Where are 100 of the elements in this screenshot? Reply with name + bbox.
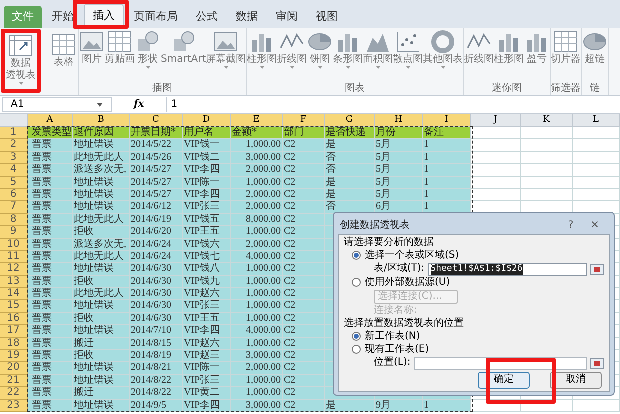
ribbon-button[interactable]: 表格 [51, 33, 77, 69]
ribbon-button[interactable]: 剪贴画 [105, 30, 135, 66]
column-header[interactable]: A [28, 114, 73, 127]
row-header[interactable]: 9 [0, 226, 28, 239]
ribbon-button[interactable]: 散点图 [393, 30, 424, 69]
radio-label[interactable]: 使用外部数据源(U) [365, 276, 450, 288]
radio-button[interactable] [352, 332, 361, 341]
table-cell: VIP陈一 [183, 176, 231, 189]
file-tab[interactable]: 文件 [4, 6, 42, 28]
ribbon-tab[interactable]: 审阅 [268, 6, 306, 28]
column-header[interactable]: G [325, 114, 375, 127]
table-cell: C2 [283, 387, 325, 400]
row-header[interactable]: 22 [0, 387, 28, 400]
table-cell: 2014/6/12 [130, 201, 183, 214]
row-header[interactable]: 8 [0, 214, 28, 226]
ribbon-tab[interactable]: 开始 [44, 6, 82, 28]
row-header[interactable]: 4 [0, 164, 28, 177]
radio-label[interactable]: 新工作表(N) [365, 330, 420, 342]
ribbon-button[interactable]: 图片 [79, 30, 105, 66]
column-header[interactable]: L [573, 114, 620, 127]
ribbon-button[interactable]: 盈亏 [524, 30, 550, 66]
close-button[interactable]: × [582, 217, 608, 234]
ribbon-button[interactable]: 切片器 [551, 30, 582, 66]
row-header[interactable]: 7 [0, 201, 28, 214]
row-header[interactable]: 11 [0, 250, 28, 264]
table-cell: 地址错误 [73, 300, 130, 313]
radio-label[interactable]: 选择一个表或区域(S) [365, 250, 460, 262]
column-header[interactable]: C [130, 114, 183, 127]
ok-button[interactable]: 确定 [478, 372, 530, 388]
ribbon-button[interactable]: 形状 [135, 30, 161, 69]
row-header[interactable]: 23 [0, 400, 28, 412]
table-cell: VIP陈一 [183, 362, 231, 375]
ribbon-button[interactable]: 柱形图 [494, 30, 524, 66]
table-cell: VIP李四 [183, 325, 231, 338]
table-cell: C2 [283, 139, 325, 152]
row-header[interactable]: 17 [0, 325, 28, 338]
column-header[interactable]: D [183, 114, 231, 127]
table-cell: 1 [423, 400, 471, 412]
ribbon-tab[interactable]: 视图 [308, 6, 346, 28]
row-header[interactable]: 21 [0, 374, 28, 388]
table-cell: C2 [283, 338, 325, 350]
row-header[interactable]: 16 [0, 312, 28, 326]
formula-input[interactable]: 1 [166, 97, 618, 112]
ribbon-tab[interactable]: 数据 [228, 6, 266, 28]
ribbon-button[interactable]: 超链 [582, 30, 608, 66]
radio-label[interactable]: 现有工作表(E) [365, 344, 430, 356]
row-header[interactable]: 14 [0, 288, 28, 300]
column-title: 开票日期* [130, 127, 183, 140]
button-label: 其他图表 [423, 54, 464, 66]
name-box[interactable]: A1 [2, 97, 112, 112]
row-header[interactable]: 20 [0, 362, 28, 375]
radio-button[interactable] [352, 278, 361, 287]
column-header[interactable]: I [423, 114, 471, 127]
column-header[interactable]: H [375, 114, 423, 127]
table-cell: 1,000.00 [231, 374, 283, 388]
table-cell: 5月 [375, 188, 423, 202]
row-header[interactable]: 6 [0, 188, 28, 202]
table-cell: 2,000.00 [231, 362, 283, 375]
ribbon-tab[interactable]: 公式 [188, 6, 226, 28]
function-button[interactable]: fx [116, 97, 162, 112]
column-header[interactable]: F [283, 114, 325, 127]
ribbon-button[interactable]: 饼图 [307, 30, 334, 69]
column-header[interactable]: E [231, 114, 283, 127]
row-header[interactable]: 10 [0, 238, 28, 251]
row-header[interactable]: 5 [0, 176, 28, 189]
table-cell: 地址错误 [73, 400, 130, 412]
ribbon-button[interactable]: 折线图 [277, 30, 308, 69]
scatter-chart-icon [395, 30, 422, 54]
row-header[interactable]: 2 [0, 139, 28, 152]
range-input[interactable]: Sheet1!$A$1:$I$26 [428, 262, 587, 276]
help-button[interactable]: ? [562, 218, 580, 233]
button-label: 盈亏 [527, 54, 548, 66]
ribbon-button[interactable]: 折线图 [464, 30, 494, 66]
table-cell: 地址错误 [73, 176, 130, 189]
row-header[interactable]: 12 [0, 263, 28, 276]
table-cell: C2 [283, 350, 325, 362]
column-header[interactable]: K [521, 114, 573, 127]
range-picker-icon[interactable] [590, 264, 604, 274]
ribbon-button[interactable]: 条形图 [333, 30, 364, 69]
table-cell: 3,000.00 [231, 350, 283, 362]
radio-button[interactable] [352, 251, 361, 260]
cancel-button[interactable]: 取消 [550, 372, 602, 388]
ribbon-button[interactable]: SmartArt [161, 30, 206, 66]
ribbon-button[interactable]: 屏幕截图 [206, 30, 246, 69]
ribbon-button[interactable]: 其他图表 [423, 30, 464, 69]
column-header[interactable]: J [471, 114, 521, 127]
row-header[interactable]: 19 [0, 350, 28, 362]
row-header[interactable]: 3 [0, 152, 28, 164]
ribbon-button[interactable]: 面积图 [363, 30, 394, 69]
row-header[interactable]: 1 [0, 127, 28, 140]
range-picker-icon[interactable] [590, 358, 604, 368]
row-header[interactable]: 13 [0, 276, 28, 288]
table-cell: 2014/6/30 [130, 288, 183, 300]
column-header[interactable]: B [73, 114, 130, 127]
ribbon-button[interactable]: 柱形图 [247, 30, 278, 69]
radio-button[interactable] [352, 345, 361, 354]
row-header[interactable]: 15 [0, 300, 28, 313]
row-header[interactable]: 18 [0, 338, 28, 350]
ribbon-button[interactable]: 数据 透视表 [6, 34, 36, 85]
ribbon-tab[interactable]: 页面布局 [126, 6, 186, 28]
